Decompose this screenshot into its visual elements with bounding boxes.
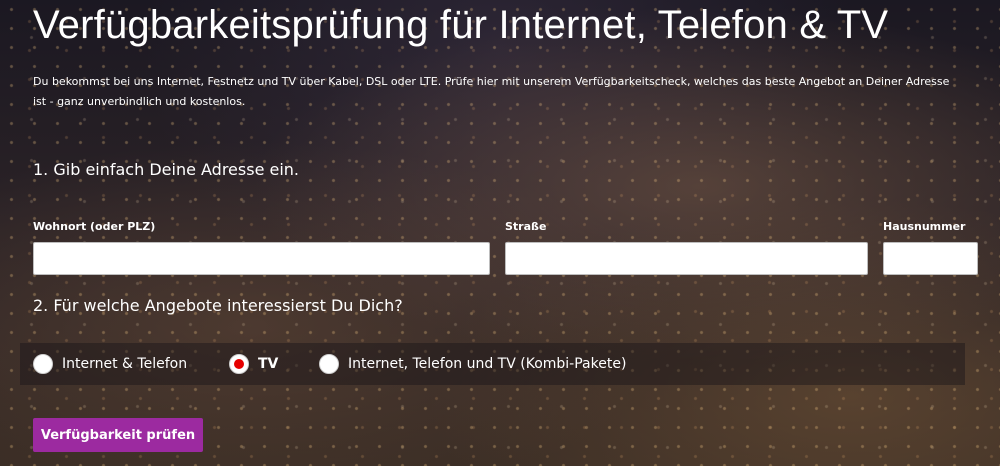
city-field-label: Wohnort (oder PLZ) bbox=[33, 220, 156, 233]
address-step-heading: 1. Gib einfach Deine Adresse ein. bbox=[33, 160, 300, 179]
street-input[interactable] bbox=[505, 242, 868, 275]
offers-step-heading: 2. Für welche Angebote interessierst Du … bbox=[33, 296, 403, 315]
house-number-input[interactable] bbox=[883, 242, 978, 275]
offer-options-group: Internet & Telefon TV Internet, Telefon … bbox=[20, 343, 965, 385]
radio-selected-dot bbox=[234, 359, 244, 369]
radio-kombi-pakete[interactable] bbox=[319, 354, 339, 374]
radio-tv[interactable] bbox=[229, 354, 249, 374]
check-availability-button[interactable]: Verfügbarkeit prüfen bbox=[33, 418, 203, 452]
city-input[interactable] bbox=[33, 242, 490, 275]
page-title: Verfügbarkeitsprüfung für Internet, Tele… bbox=[33, 3, 889, 47]
street-field-label: Straße bbox=[505, 220, 547, 233]
option-label: Internet & Telefon bbox=[62, 356, 188, 372]
intro-text: Du bekommst bei uns Internet, Festnetz u… bbox=[33, 75, 950, 108]
option-tv[interactable]: TV bbox=[229, 353, 278, 375]
availability-check-form: Verfügbarkeitsprüfung für Internet, Tele… bbox=[0, 0, 1000, 466]
option-label: Internet, Telefon und TV (Kombi-Pakete) bbox=[348, 356, 627, 372]
option-label: TV bbox=[258, 356, 279, 372]
radio-internet-telefon[interactable] bbox=[33, 354, 53, 374]
option-kombi-pakete[interactable]: Internet, Telefon und TV (Kombi-Pakete) bbox=[319, 353, 626, 375]
house-number-field-label: Hausnummer bbox=[883, 220, 966, 233]
option-internet-telefon[interactable]: Internet & Telefon bbox=[33, 353, 187, 375]
